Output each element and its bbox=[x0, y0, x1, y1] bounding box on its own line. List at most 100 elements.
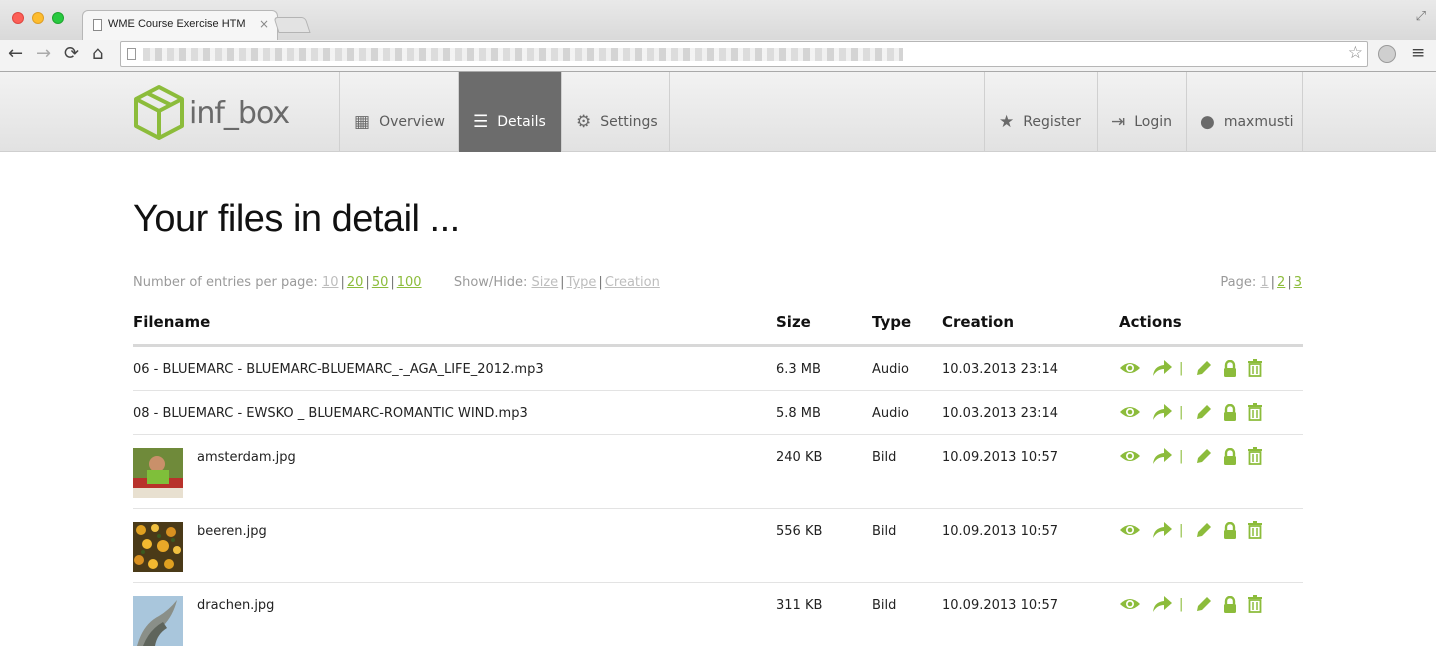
nav-label: Register bbox=[1023, 114, 1081, 130]
nav-label: Overview bbox=[379, 114, 445, 130]
size-cell: 240 KB bbox=[776, 450, 823, 465]
edit-pencil-icon[interactable] bbox=[1195, 521, 1213, 539]
row-actions: | bbox=[1119, 521, 1273, 539]
back-icon[interactable]: ← bbox=[8, 43, 23, 64]
creation-cell: 10.03.2013 23:14 bbox=[942, 362, 1059, 377]
forward-icon[interactable]: → bbox=[36, 43, 51, 64]
filename-cell[interactable]: beeren.jpg bbox=[197, 524, 267, 539]
trash-icon[interactable] bbox=[1247, 403, 1263, 421]
new-tab-button[interactable] bbox=[273, 17, 311, 33]
toggle-type-column[interactable]: Type bbox=[567, 275, 597, 290]
minimize-window-button[interactable] bbox=[32, 12, 44, 24]
lock-icon[interactable] bbox=[1223, 595, 1237, 613]
logo[interactable]: inf_box bbox=[133, 84, 293, 142]
nav-settings[interactable]: ⚙ Settings bbox=[561, 72, 670, 152]
nav-label: Details bbox=[497, 114, 546, 130]
page-link-2[interactable]: 2 bbox=[1277, 275, 1285, 290]
size-cell: 6.3 MB bbox=[776, 362, 821, 377]
share-icon[interactable] bbox=[1151, 359, 1173, 377]
separator: | bbox=[340, 275, 345, 290]
filename-cell[interactable]: amsterdam.jpg bbox=[197, 450, 296, 465]
gear-icon: ⚙ bbox=[576, 112, 592, 132]
trash-icon[interactable] bbox=[1247, 447, 1263, 465]
share-icon[interactable] bbox=[1151, 447, 1173, 465]
image-thumbnail[interactable] bbox=[133, 596, 183, 646]
page-link-1[interactable]: 1 bbox=[1260, 275, 1268, 290]
nav-login[interactable]: ⇥ Login bbox=[1097, 72, 1186, 152]
table-row[interactable]: 08 - BLUEMARC - EWSKO _ BLUEMARC-ROMANTI… bbox=[133, 391, 1303, 435]
pagination: Page: 1 | 2 | 3 bbox=[1220, 275, 1302, 290]
box-logo-icon bbox=[134, 85, 184, 140]
home-icon[interactable]: ⌂ bbox=[92, 43, 103, 64]
edit-pencil-icon[interactable] bbox=[1195, 595, 1213, 613]
lock-icon[interactable] bbox=[1223, 403, 1237, 421]
menu-icon[interactable]: ≡ bbox=[1411, 43, 1425, 63]
lock-icon[interactable] bbox=[1223, 359, 1237, 377]
image-thumbnail[interactable] bbox=[133, 448, 183, 498]
entries-option-100[interactable]: 100 bbox=[397, 275, 422, 290]
trash-icon[interactable] bbox=[1247, 359, 1263, 377]
row-actions: | bbox=[1119, 403, 1273, 421]
page-label: Page: bbox=[1220, 275, 1257, 290]
table-row[interactable]: 06 - BLUEMARC - BLUEMARC-BLUEMARC_-_AGA_… bbox=[133, 347, 1303, 391]
bookmark-star-icon[interactable]: ☆ bbox=[1348, 43, 1363, 63]
nav-details[interactable]: ☰ Details bbox=[458, 72, 562, 152]
entries-option-50[interactable]: 50 bbox=[372, 275, 389, 290]
action-separator: | bbox=[1179, 522, 1184, 538]
view-eye-icon[interactable] bbox=[1119, 522, 1141, 538]
creation-cell: 10.09.2013 10:57 bbox=[942, 450, 1059, 465]
nav-user[interactable]: ● maxmusti bbox=[1186, 72, 1303, 152]
entries-option-20[interactable]: 20 bbox=[347, 275, 364, 290]
share-icon[interactable] bbox=[1151, 403, 1173, 421]
share-icon[interactable] bbox=[1151, 595, 1173, 613]
showhide-label: Show/Hide: bbox=[453, 275, 528, 290]
type-cell: Bild bbox=[872, 450, 897, 465]
edit-pencil-icon[interactable] bbox=[1195, 447, 1213, 465]
row-actions: | bbox=[1119, 595, 1273, 613]
trash-icon[interactable] bbox=[1247, 521, 1263, 539]
maximize-window-button[interactable] bbox=[52, 12, 64, 24]
column-header-type[interactable]: Type bbox=[872, 313, 911, 331]
filename-cell[interactable]: drachen.jpg bbox=[197, 598, 274, 613]
action-separator: | bbox=[1179, 448, 1184, 464]
table-row[interactable]: drachen.jpg 311 KB Bild 10.09.2013 10:57… bbox=[133, 583, 1303, 657]
toggle-creation-column[interactable]: Creation bbox=[605, 275, 660, 290]
view-eye-icon[interactable] bbox=[1119, 360, 1141, 376]
extension-icon[interactable] bbox=[1378, 45, 1396, 63]
table-row[interactable]: amsterdam.jpg 240 KB Bild 10.09.2013 10:… bbox=[133, 435, 1303, 509]
filename-cell[interactable]: 06 - BLUEMARC - BLUEMARC-BLUEMARC_-_AGA_… bbox=[133, 362, 544, 377]
login-icon: ⇥ bbox=[1111, 112, 1126, 132]
nav-label: Settings bbox=[600, 114, 658, 130]
table-row[interactable]: beeren.jpg 556 KB Bild 10.09.2013 10:57 … bbox=[133, 509, 1303, 583]
toggle-size-column[interactable]: Size bbox=[531, 275, 558, 290]
view-eye-icon[interactable] bbox=[1119, 448, 1141, 464]
filename-cell[interactable]: 08 - BLUEMARC - EWSKO _ BLUEMARC-ROMANTI… bbox=[133, 406, 528, 421]
browser-tab[interactable]: WME Course Exercise HTM × bbox=[82, 10, 278, 40]
nav-overview[interactable]: ▦ Overview bbox=[339, 72, 458, 152]
site-header: inf_box ▦ Overview ☰ Details ⚙ Settings … bbox=[0, 72, 1436, 152]
nav-register[interactable]: ★ Register bbox=[984, 72, 1097, 152]
column-header-filename[interactable]: Filename bbox=[133, 313, 210, 331]
trash-icon[interactable] bbox=[1247, 595, 1263, 613]
row-actions: | bbox=[1119, 359, 1273, 377]
column-header-creation[interactable]: Creation bbox=[942, 313, 1014, 331]
page-link-3[interactable]: 3 bbox=[1294, 275, 1302, 290]
tab-close-icon[interactable]: × bbox=[259, 17, 269, 31]
separator: | bbox=[1270, 275, 1276, 290]
lock-icon[interactable] bbox=[1223, 521, 1237, 539]
view-eye-icon[interactable] bbox=[1119, 596, 1141, 612]
column-header-size[interactable]: Size bbox=[776, 313, 811, 331]
edit-pencil-icon[interactable] bbox=[1195, 359, 1213, 377]
lock-icon[interactable] bbox=[1223, 447, 1237, 465]
fullscreen-icon[interactable]: ⤢ bbox=[1416, 9, 1426, 24]
share-icon[interactable] bbox=[1151, 521, 1173, 539]
type-cell: Audio bbox=[872, 362, 909, 377]
close-window-button[interactable] bbox=[12, 12, 24, 24]
address-bar[interactable]: ☆ bbox=[120, 41, 1368, 67]
entries-option-10[interactable]: 10 bbox=[322, 275, 339, 290]
image-thumbnail[interactable] bbox=[133, 522, 183, 572]
separator: | bbox=[390, 275, 395, 290]
reload-icon[interactable]: ⟳ bbox=[64, 43, 79, 64]
edit-pencil-icon[interactable] bbox=[1195, 403, 1213, 421]
view-eye-icon[interactable] bbox=[1119, 404, 1141, 420]
